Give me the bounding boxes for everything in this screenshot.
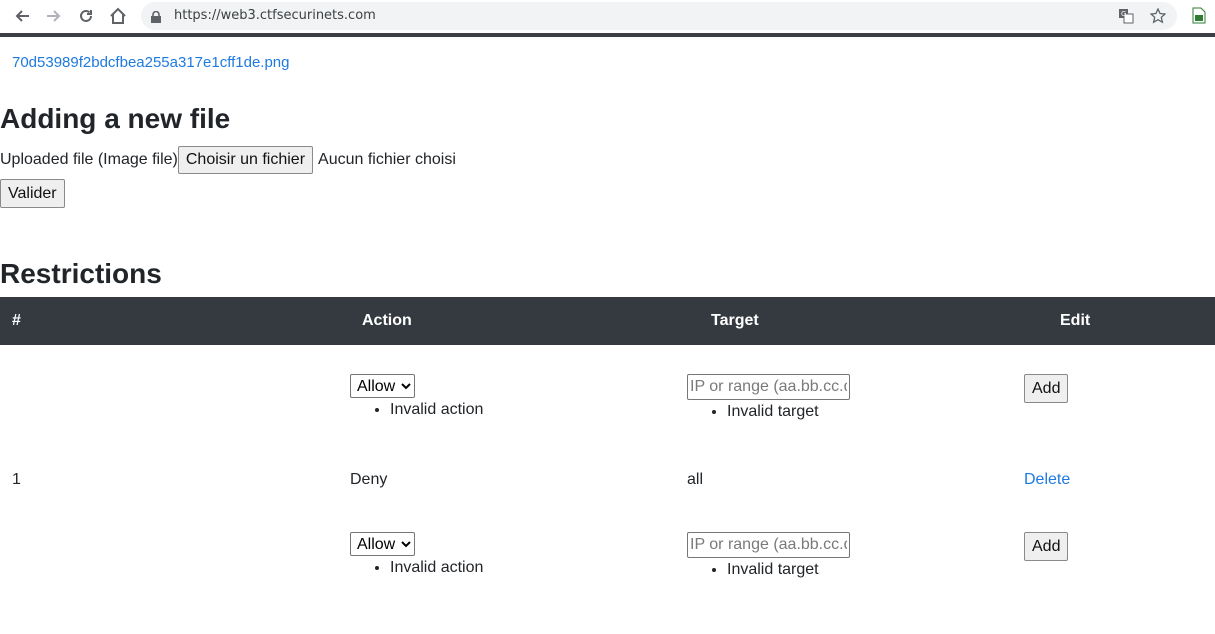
reload-icon[interactable]: [75, 5, 97, 27]
header-target: Target: [711, 312, 759, 329]
add-button-2[interactable]: Add: [1024, 532, 1069, 561]
restrictions-table: # Action Target Edit: [0, 297, 1215, 345]
forward-icon[interactable]: [43, 5, 65, 27]
action-error-2: Invalid action: [390, 558, 483, 578]
restrictions-heading: Restrictions: [0, 258, 162, 289]
row-target: all: [687, 471, 704, 488]
target-error: Invalid target: [727, 402, 850, 422]
header-edit: Edit: [1060, 312, 1091, 329]
target-error-list: Invalid target: [687, 402, 850, 422]
target-cell: Invalid target: [687, 374, 850, 422]
target-input[interactable]: [687, 374, 850, 400]
upload-row: Uploaded file (Image file) Choisir un fi…: [0, 146, 456, 174]
url-text: https://web3.ctfsecurinets.com: [174, 8, 376, 23]
target-error-list-2: Invalid target: [687, 560, 850, 580]
no-file-text: Aucun fichier choisi: [318, 151, 456, 168]
lock-icon: [151, 10, 161, 28]
back-icon[interactable]: [11, 5, 33, 27]
extension-icon[interactable]: [1192, 7, 1208, 25]
row-number: 1: [12, 471, 21, 488]
bookmark-star-icon[interactable]: [1149, 7, 1167, 25]
header-action: Action: [362, 312, 412, 329]
uploaded-file-link[interactable]: 70d53989f2bdcfbea255a317e1cff1de.png: [12, 54, 290, 71]
add-file-heading: Adding a new file: [0, 103, 231, 134]
upload-label: Uploaded file (Image file): [0, 151, 178, 168]
action-error-list: Invalid action: [350, 400, 483, 420]
target-error-2: Invalid target: [727, 560, 850, 580]
action-cell-2: Allow Invalid action: [350, 532, 483, 578]
svg-text:G: G: [1121, 10, 1126, 18]
action-select-2[interactable]: Allow: [350, 532, 415, 556]
translate-icon[interactable]: G: [1117, 7, 1135, 25]
action-select[interactable]: Allow: [350, 374, 415, 398]
action-error-list-2: Invalid action: [350, 558, 483, 578]
add-button[interactable]: Add: [1024, 374, 1069, 403]
action-cell: Allow Invalid action: [350, 374, 483, 420]
browser-toolbar: https://web3.ctfsecurinets.com G: [0, 0, 1215, 33]
table-header-row: # Action Target Edit: [0, 297, 1215, 345]
choose-file-button[interactable]: Choisir un fichier: [177, 146, 314, 174]
target-cell-2: Invalid target: [687, 532, 850, 580]
delete-link[interactable]: Delete: [1024, 471, 1070, 489]
target-input-2[interactable]: [687, 532, 850, 558]
row-action: Deny: [350, 471, 388, 488]
action-error: Invalid action: [390, 400, 483, 420]
toolbar-divider: [0, 33, 1215, 37]
home-icon[interactable]: [107, 5, 129, 27]
address-bar[interactable]: https://web3.ctfsecurinets.com G: [141, 2, 1177, 30]
submit-button[interactable]: Valider: [0, 179, 65, 208]
header-number: #: [12, 312, 21, 329]
